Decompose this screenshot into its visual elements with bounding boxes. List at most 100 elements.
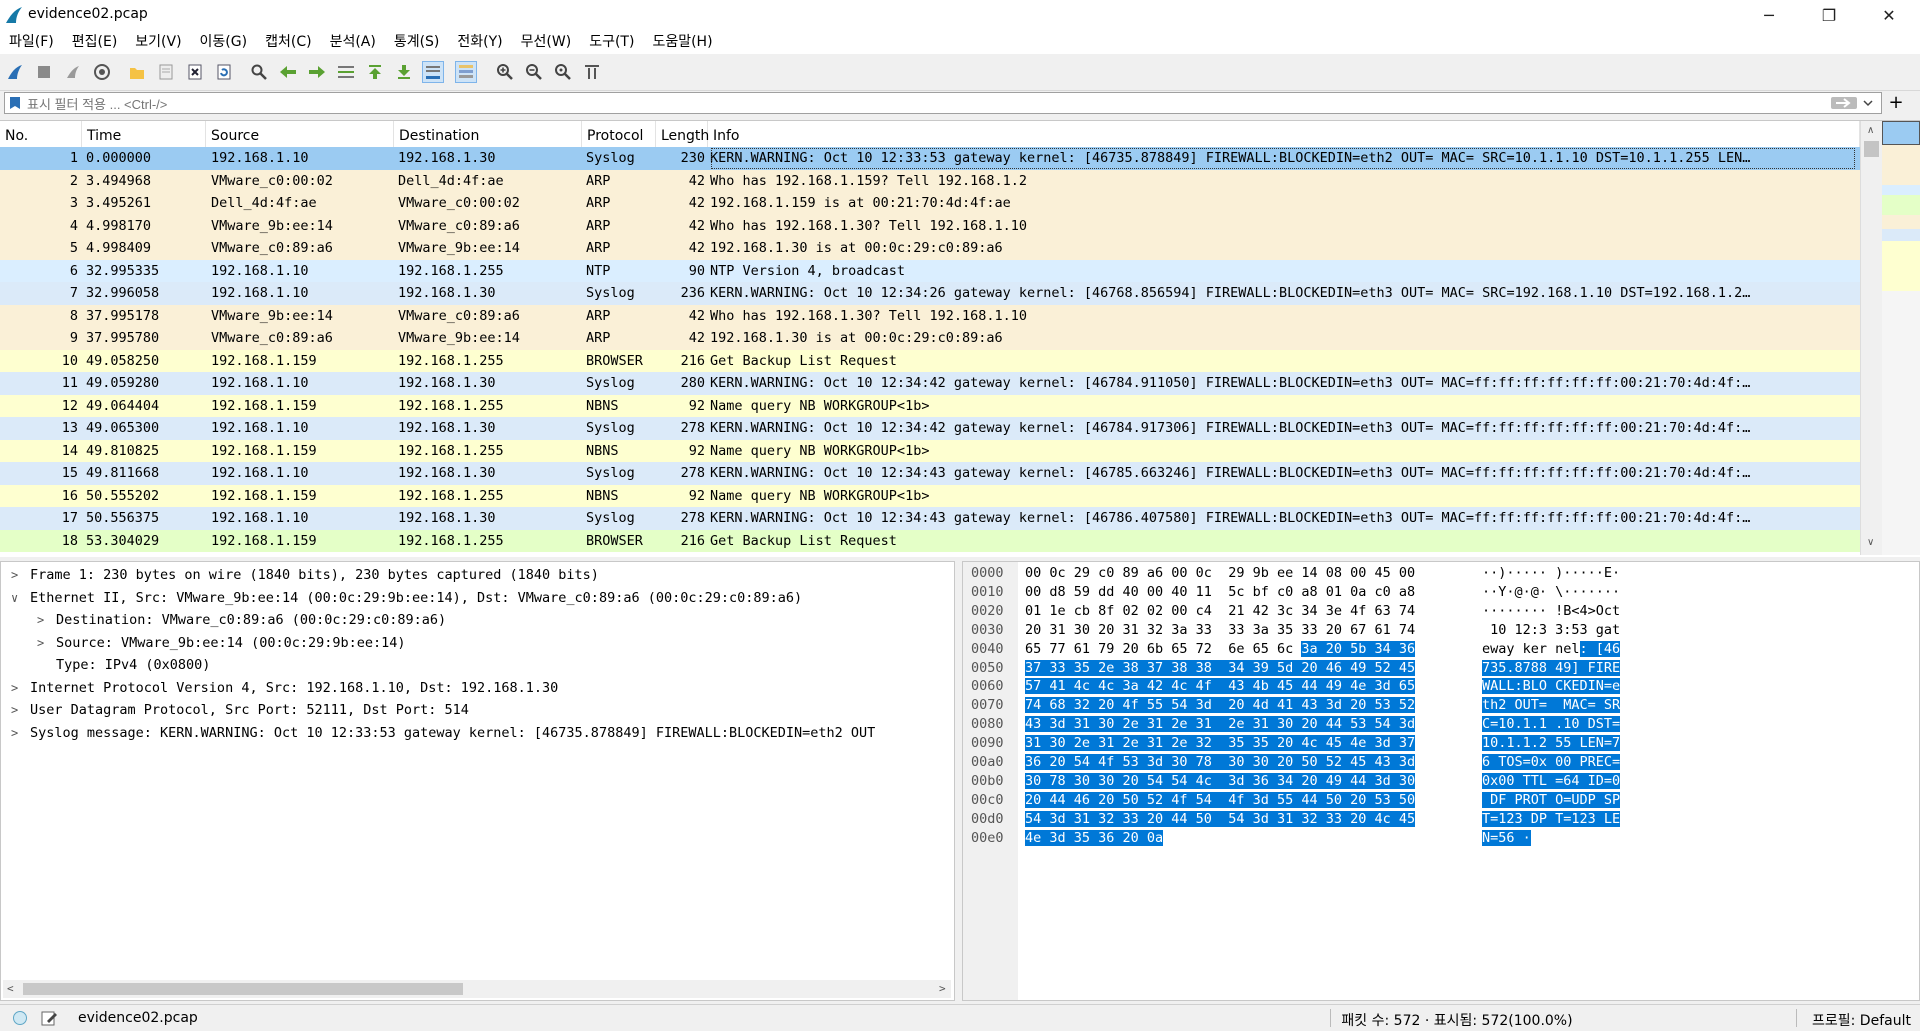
open-file-icon[interactable] [126,61,148,83]
capture-options-icon[interactable] [91,61,113,83]
packet-row[interactable]: 5 4.998409 VMware_c0:89:a6 VMware_9b:ee:14 A… [0,237,1860,260]
chevron-right-icon[interactable]: > [11,677,25,700]
bytes-ascii[interactable]: DF PROT O=UDP SP [1482,791,1621,810]
auto-scroll-icon[interactable] [422,61,444,83]
chevron-down-icon[interactable] [1863,100,1873,108]
packet-row[interactable]: 14 49.810825 192.168.1.159 192.168.1.255 NBN… [0,439,1860,462]
reload-file-icon[interactable] [213,61,235,83]
packet-list-scrollbar[interactable]: ∧ ∨ [1860,121,1883,555]
column-info[interactable]: Info [708,121,1860,147]
arrow-right-icon[interactable] [1831,96,1857,110]
menu-item-4[interactable]: 캡처(C) [256,30,320,54]
bytes-ascii[interactable]: th2 OUT= MAC= SR [1482,696,1621,715]
save-file-icon[interactable] [155,61,177,83]
column-destination[interactable]: Destination [394,121,582,147]
capture-comment-icon[interactable] [40,1009,58,1027]
bytes-hex[interactable]: 57 41 4c 4c 3a 42 4c 4f 43 4b 45 44 49 4… [1025,677,1416,696]
packet-row[interactable]: 1 0.000000 192.168.1.10 192.168.1.30 Syslog 2… [0,147,1860,170]
menu-item-10[interactable]: 도움말(H) [643,30,721,54]
packet-row[interactable]: 11 49.059280 192.168.1.10 192.168.1.30 Syslo… [0,372,1860,395]
chevron-right-icon[interactable]: > [37,609,51,632]
packet-minimap[interactable] [1882,121,1920,555]
bytes-ascii[interactable]: 0x00 TTL =64 ID=0 [1482,772,1621,791]
bytes-hex[interactable]: 30 78 30 30 20 54 54 4c 3d 36 34 20 49 4… [1025,772,1416,791]
detail-row[interactable]: > Frame 1: 230 bytes on wire (1840 bits),… [1,564,954,587]
bytes-hex[interactable]: 4e 3d 35 36 20 0a [1025,829,1179,848]
packet-row[interactable]: 15 49.811668 192.168.1.10 192.168.1.30 Syslo… [0,462,1860,485]
menu-item-9[interactable]: 도구(T) [580,30,643,54]
stop-capture-icon[interactable] [33,61,55,83]
bytes-ascii[interactable]: ··Y·@·@· \······· [1482,583,1620,602]
packet-row[interactable]: 7 32.996058 192.168.1.10 192.168.1.30 Syslog… [0,282,1860,305]
packet-row[interactable]: 18 53.304029 192.168.1.159 192.168.1.255 BRO… [0,529,1860,552]
bytes-ascii[interactable]: 6 TOS=0x 00 PREC= [1482,753,1621,772]
expert-info-icon[interactable] [12,1010,28,1026]
menu-item-1[interactable]: 편집(E) [63,30,127,54]
bytes-hex[interactable]: 36 20 54 4f 53 3d 30 78 30 30 20 50 52 4… [1025,753,1416,772]
bytes-ascii[interactable]: N=56 · [1482,829,1531,848]
detail-row[interactable]: > Syslog message: KERN.WARNING: Oct 10 12… [1,722,954,745]
column-source[interactable]: Source [206,121,394,147]
bytes-hex[interactable]: 65 77 61 79 20 6b 65 72 6e 65 6c 3a 20 5… [1025,640,1416,659]
chevron-right-icon[interactable]: > [11,699,25,722]
packet-row[interactable]: 8 37.995178 VMware_9b:ee:14 VMware_c0:89:a6… [0,304,1860,327]
menu-item-2[interactable]: 보기(V) [126,30,190,54]
detail-row[interactable]: > Source: VMware_9b:ee:14 (00:0c:29:9b:ee… [1,632,954,655]
menu-item-5[interactable]: 분석(A) [321,30,385,54]
bytes-ascii[interactable]: eway ker nel: [46 [1482,640,1621,659]
chevron-right-icon[interactable]: > [37,632,51,655]
bytes-ascii[interactable]: 10 12:3 3:53 gat [1482,621,1620,640]
packet-row[interactable]: 3 3.495261 Dell_4d:4f:ae VMware_c0:00:02 ARP… [0,192,1860,215]
bytes-ascii[interactable]: 10.1.1.2 55 LEN=7 [1482,734,1621,753]
chevron-down-icon[interactable]: ∨ [11,587,25,610]
column-protocol[interactable]: Protocol [582,121,656,147]
bytes-hex[interactable]: 00 0c 29 c0 89 a6 00 0c 29 9b ee 14 08 0… [1025,564,1415,583]
bytes-hex[interactable]: 20 44 46 20 50 52 4f 54 4f 3d 55 44 50 2… [1025,791,1416,810]
close-file-icon[interactable] [184,61,206,83]
colorize-icon[interactable] [455,61,477,83]
detail-row[interactable]: Type: IPv4 (0x0800) [1,654,954,677]
bytes-hex[interactable]: 31 30 2e 31 2e 31 2e 32 35 35 20 4c 45 4… [1025,734,1416,753]
zoom-reset-icon[interactable] [552,61,574,83]
bytes-hex[interactable]: 20 31 30 20 31 32 3a 33 33 3a 35 33 20 6… [1025,621,1415,640]
bookmark-icon[interactable] [9,96,21,110]
bytes-ascii[interactable]: 735.8788 49] FIRE [1482,659,1621,678]
bytes-hex[interactable]: 54 3d 31 32 33 20 44 50 54 3d 31 32 33 2… [1025,810,1416,829]
chevron-right-icon[interactable]: > [11,564,25,587]
minimize-button[interactable]: ─ [1746,0,1792,30]
column-time[interactable]: Time [82,121,206,147]
start-capture-icon[interactable] [4,61,26,83]
detail-row[interactable]: > Internet Protocol Version 4, Src: 192.1… [1,677,954,700]
packet-row[interactable]: 13 49.065300 192.168.1.10 192.168.1.30 Syslo… [0,417,1860,440]
find-packet-icon[interactable] [248,61,270,83]
packet-row[interactable]: 9 37.995780 VMware_c0:89:a6 VMware_9b:ee:14… [0,327,1860,350]
go-first-packet-icon[interactable] [364,61,386,83]
add-filter-button[interactable]: + [1885,92,1907,114]
details-horizontal-scrollbar[interactable]: < > [3,980,951,998]
menu-item-3[interactable]: 이동(G) [191,30,257,54]
bytes-ascii[interactable]: C=10.1.1 .10 DST= [1482,715,1621,734]
go-last-packet-icon[interactable] [393,61,415,83]
maximize-button[interactable]: ❐ [1806,0,1852,30]
packet-row[interactable]: 12 49.064404 192.168.1.159 192.168.1.255 NBN… [0,394,1860,417]
bytes-hex[interactable]: 43 3d 31 30 2e 31 2e 31 2e 31 30 20 44 5… [1025,715,1416,734]
packet-row[interactable]: 4 4.998170 VMware_9b:ee:14 VMware_c0:89:a6 A… [0,214,1860,237]
bytes-ascii[interactable]: ········ !B<4>Oct [1482,602,1620,621]
close-button[interactable]: ✕ [1866,0,1912,30]
menu-item-8[interactable]: 무선(W) [512,30,581,54]
detail-row[interactable]: > User Datagram Protocol, Src Port: 52111… [1,699,954,722]
resize-columns-icon[interactable] [581,61,603,83]
restart-capture-icon[interactable] [62,61,84,83]
menu-item-7[interactable]: 전화(Y) [448,30,511,54]
packet-row[interactable]: 17 50.556375 192.168.1.10 192.168.1.30 Syslo… [0,507,1860,530]
menu-item-0[interactable]: 파일(F) [0,30,63,54]
packet-row[interactable]: 6 32.995335 192.168.1.10 192.168.1.255 NTP 90… [0,259,1860,282]
column-length[interactable]: Length [656,121,709,147]
packet-row[interactable]: 2 3.494968 VMware_c0:00:02 Dell_4d:4f:ae ARP… [0,169,1860,192]
go-to-packet-icon[interactable] [335,61,357,83]
zoom-out-icon[interactable] [523,61,545,83]
bytes-hex[interactable]: 00 d8 59 dd 40 00 40 11 5c bf c0 a8 01 0… [1025,583,1415,602]
zoom-in-icon[interactable] [494,61,516,83]
menu-item-6[interactable]: 통계(S) [385,30,449,54]
go-forward-icon[interactable] [306,61,328,83]
